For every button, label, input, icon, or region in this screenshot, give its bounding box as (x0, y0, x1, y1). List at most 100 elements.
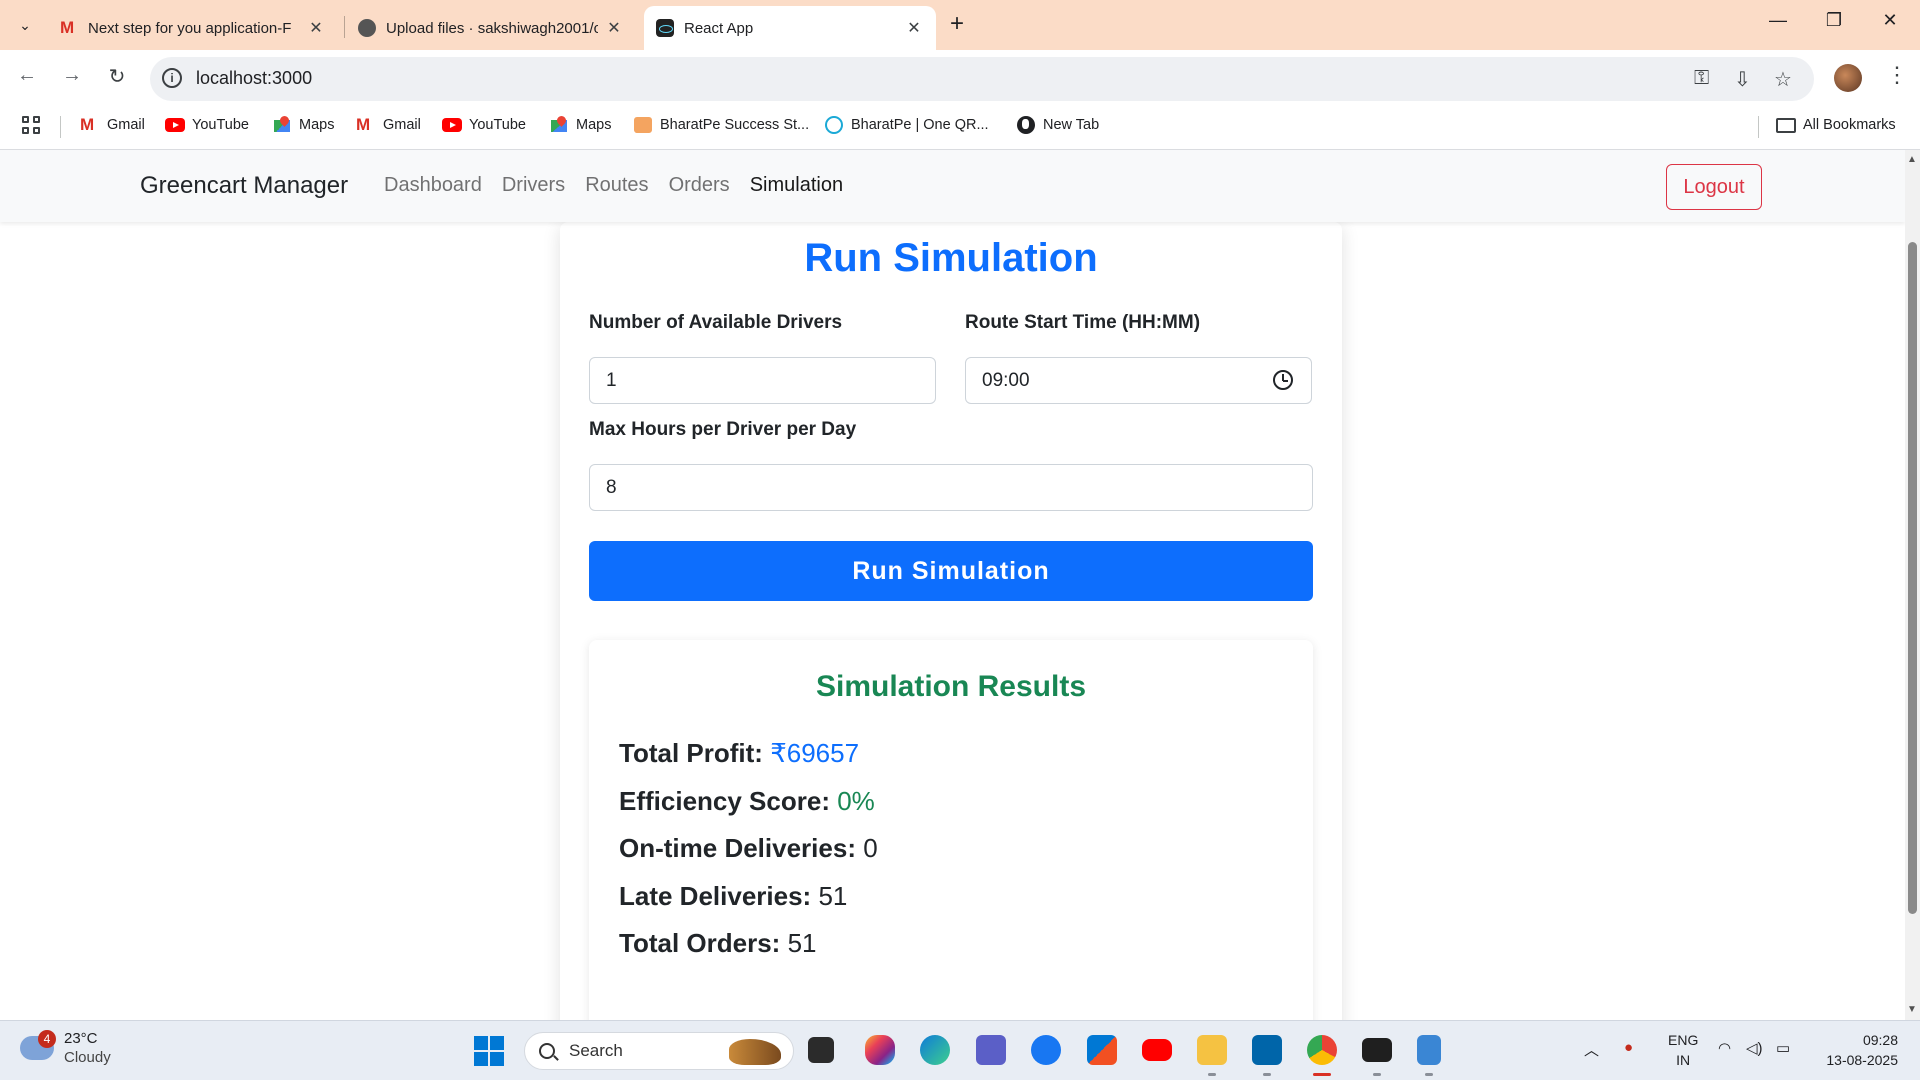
logout-button[interactable]: Logout (1666, 164, 1762, 210)
facebook-icon[interactable] (1031, 1035, 1061, 1065)
result-label: Total Profit: (619, 738, 763, 768)
search-highlight-icon (729, 1039, 781, 1065)
edge-browser-icon[interactable] (920, 1035, 950, 1065)
start-time-label: Route Start Time (HH:MM) (965, 312, 1201, 333)
profile-avatar[interactable] (1834, 64, 1862, 92)
app-nav-links: Dashboard Drivers Routes Orders Simulati… (384, 174, 843, 197)
result-label: Late Deliveries: (619, 881, 812, 911)
youtube-app-icon[interactable] (1142, 1039, 1172, 1061)
result-value: 0 (863, 833, 878, 863)
language-indicator[interactable]: ENG IN (1668, 1030, 1698, 1070)
notepad-icon[interactable] (1417, 1035, 1441, 1065)
page-scrollbar[interactable]: ▲ ▼ (1905, 150, 1920, 1020)
bookmark-gmail[interactable]: Gmail (80, 115, 145, 135)
drivers-label: Number of Available Drivers (589, 312, 843, 333)
gmail-icon (60, 18, 78, 38)
browser-tab-github[interactable]: Upload files · sakshiwagh2001/c ✕ (346, 6, 636, 50)
bookmark-maps[interactable]: Maps (549, 116, 611, 134)
weather-widget[interactable]: 4 23°C Cloudy (20, 1029, 111, 1067)
site-info-icon[interactable]: i (162, 68, 182, 88)
start-time-input[interactable]: 09:00 (965, 357, 1312, 404)
scrollbar-thumb[interactable] (1908, 242, 1917, 914)
result-total-orders: Total Orders: 51 (619, 928, 816, 959)
bookmark-bharatpe-success[interactable]: BharatPe Success St... (633, 116, 809, 134)
scroll-up-arrow-icon[interactable]: ▲ (1907, 154, 1917, 165)
browser-tab-gmail[interactable]: Next step for you application-F ✕ (48, 6, 338, 50)
microsoft-store-icon[interactable] (1087, 1035, 1117, 1065)
result-value: 51 (818, 881, 848, 911)
copilot-icon[interactable] (865, 1035, 895, 1065)
apps-grid-icon[interactable] (22, 116, 42, 136)
bookmark-bharatpe-qr[interactable]: BharatPe | One QR... (824, 116, 989, 134)
bookmark-label: BharatPe Success St... (660, 117, 810, 133)
reload-icon[interactable]: ↻ (102, 64, 132, 89)
app-brand[interactable]: Greencart Manager (140, 172, 348, 200)
tab-close-icon[interactable]: ✕ (306, 18, 326, 38)
web-page: Greencart Manager Dashboard Drivers Rout… (0, 150, 1905, 1020)
back-arrow-icon[interactable]: ← (12, 64, 42, 87)
windows-taskbar: 4 23°C Cloudy Search ︿ ● ENG IN ◠ ◁) ▭ 0… (0, 1020, 1920, 1080)
forward-arrow-icon[interactable]: → (57, 64, 87, 87)
browser-tab-react-app[interactable]: React App ✕ (644, 6, 936, 50)
running-indicator-active (1313, 1073, 1331, 1076)
minimize-icon[interactable]: — (1758, 10, 1798, 31)
drivers-input[interactable]: 1 (589, 357, 936, 404)
bookmark-youtube[interactable]: YouTube (442, 116, 526, 134)
tray-overflow-icon[interactable]: ︿ (1584, 1039, 1599, 1060)
page-title: Run Simulation (804, 236, 1098, 280)
password-key-icon[interactable]: ⚿ (1694, 67, 1709, 90)
tab-search-button[interactable]: ⌄ (10, 10, 40, 40)
max-hours-input[interactable]: 8 (589, 464, 1313, 511)
chrome-icon[interactable] (1307, 1035, 1337, 1065)
nav-link-orders[interactable]: Orders (669, 174, 730, 197)
battery-icon[interactable]: ▭ (1776, 1039, 1790, 1057)
teams-icon[interactable] (976, 1035, 1006, 1065)
nav-link-simulation[interactable]: Simulation (750, 174, 843, 197)
search-icon (539, 1043, 555, 1059)
running-indicator (1208, 1073, 1216, 1076)
url-text[interactable]: localhost:3000 (196, 68, 312, 89)
result-value: ₹69657 (770, 738, 860, 768)
simulation-results-panel: Simulation Results Total Profit: ₹69657 … (589, 640, 1313, 1020)
bookmark-youtube[interactable]: YouTube (165, 116, 249, 134)
file-explorer-icon[interactable] (1197, 1035, 1227, 1065)
bookmark-new-tab[interactable]: New Tab (1016, 116, 1099, 134)
browser-menu-icon[interactable]: ⋮ (1886, 62, 1908, 88)
tab-close-icon[interactable]: ✕ (904, 18, 924, 38)
microphone-icon[interactable]: ● (1624, 1039, 1633, 1056)
github-icon (358, 19, 376, 37)
windows-start-icon[interactable] (474, 1036, 504, 1066)
clock-time: 09:28 (1862, 1032, 1898, 1048)
terminal-icon[interactable] (1362, 1038, 1392, 1062)
run-simulation-button[interactable]: Run Simulation (589, 541, 1313, 601)
all-bookmarks[interactable]: All Bookmarks (1776, 116, 1896, 134)
close-window-icon[interactable]: ✕ (1870, 10, 1910, 31)
new-tab-plus-icon[interactable]: + (950, 12, 964, 36)
react-icon (656, 19, 674, 37)
task-view-icon[interactable] (808, 1037, 834, 1063)
clock-date: 13-08-2025 (1826, 1052, 1898, 1068)
weather-temp: 23°C (64, 1030, 98, 1047)
bookmark-gmail[interactable]: Gmail (356, 115, 421, 135)
bookmark-star-icon[interactable]: ☆ (1774, 67, 1792, 92)
bookmark-maps[interactable]: Maps (272, 116, 334, 134)
bookmark-label: YouTube (469, 117, 526, 133)
system-clock[interactable]: 09:28 13-08-2025 (1818, 1030, 1898, 1070)
taskbar-search-box[interactable]: Search (524, 1032, 794, 1070)
bookmark-label: Gmail (107, 117, 145, 133)
clock-icon[interactable] (1273, 370, 1293, 390)
tab-title: Upload files · sakshiwagh2001/c (386, 19, 598, 37)
vscode-icon[interactable] (1252, 1035, 1282, 1065)
bharatpe-icon (824, 116, 844, 134)
restore-icon[interactable]: ❐ (1814, 10, 1854, 31)
nav-link-routes[interactable]: Routes (585, 174, 648, 197)
tab-close-icon[interactable]: ✕ (604, 18, 624, 38)
wifi-icon[interactable]: ◠ (1718, 1039, 1731, 1057)
scroll-down-arrow-icon[interactable]: ▼ (1907, 1004, 1917, 1015)
nav-link-dashboard[interactable]: Dashboard (384, 174, 482, 197)
install-app-icon[interactable]: ⇩ (1734, 67, 1751, 92)
nav-link-drivers[interactable]: Drivers (502, 174, 565, 197)
volume-icon[interactable]: ◁) (1746, 1039, 1763, 1057)
folder-icon (1776, 116, 1796, 134)
address-bar[interactable]: i localhost:3000 ⚿ ⇩ ☆ (150, 57, 1814, 101)
